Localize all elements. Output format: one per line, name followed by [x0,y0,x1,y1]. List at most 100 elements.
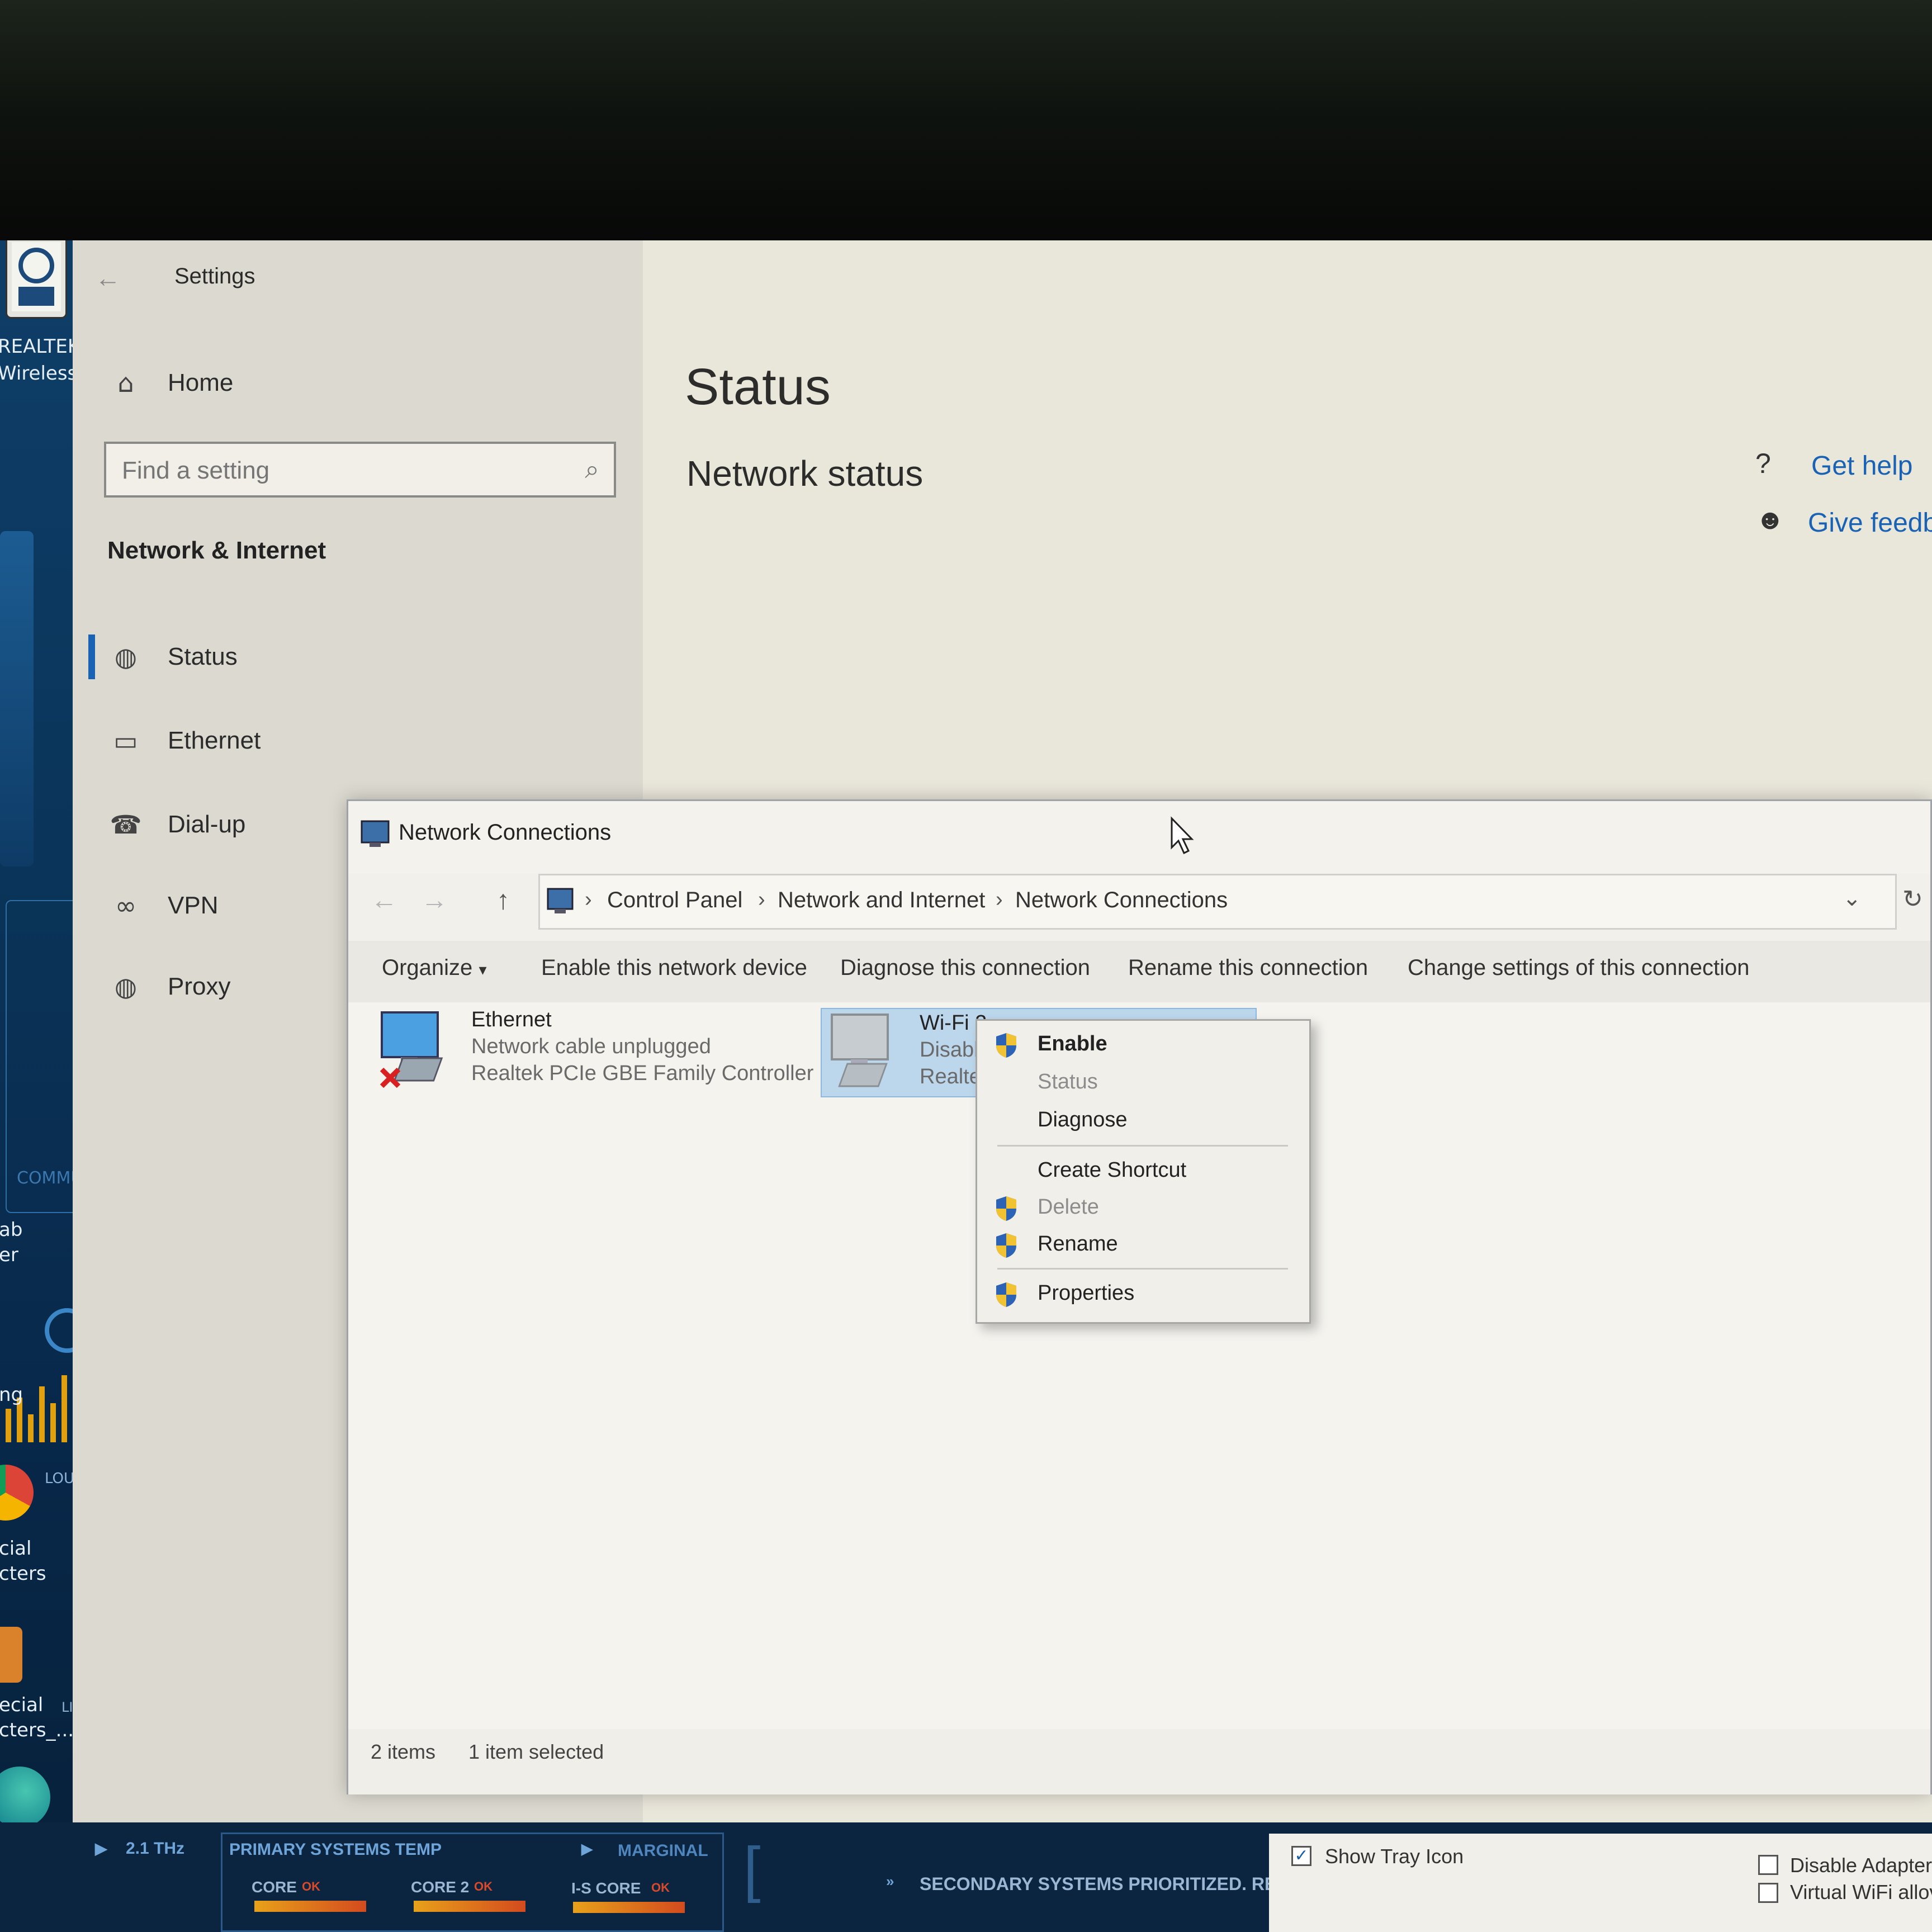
play-icon: ▶ [581,1840,593,1857]
title-bar[interactable]: Network Connections [348,801,1930,874]
breadcrumb-network-connections[interactable]: Network Connections [1015,888,1228,913]
ok-badge: OK [474,1879,493,1893]
desktop-widget [0,531,34,866]
menu-item-status[interactable]: Status [977,1064,1309,1100]
uac-shield-icon [996,1033,1016,1058]
show-tray-checkbox[interactable]: ✓ [1291,1846,1311,1866]
breadcrumb-control-panel[interactable]: Control Panel [607,888,742,913]
dialup-icon: ☎ [110,809,142,840]
menu-separator [997,1145,1288,1147]
window-title: Network Connections [399,820,612,845]
back-arrow-icon[interactable]: ← [95,263,121,293]
network-adapter-icon [380,1011,443,1088]
page-title: Status [685,358,831,415]
nav-selected-indicator [88,634,95,679]
disable-adapter-label: Disable Adapter [1790,1854,1932,1877]
section-subtitle: Network status [686,453,924,494]
desktop-icon-label: REALTEK [0,335,80,358]
chevron-down-icon[interactable]: ⌄ [1843,886,1862,911]
core-label: CORE 2 [411,1878,470,1896]
vpn-icon: ∞ [115,891,137,921]
screen: REALTEK Wireless COMMUN ab er ✕ ng LOUER… [0,240,1932,1932]
menu-item-label: Properties [1038,1281,1135,1305]
selected-count: 1 item selected [468,1740,604,1763]
breadcrumb-separator: › [585,888,592,911]
virtual-wifi-checkbox[interactable] [1758,1883,1778,1903]
core-temp-bar [414,1901,525,1912]
adapter-device: Realte [920,1065,981,1088]
adapter-ethernet[interactable]: Ethernet Network cable unplugged Realtek… [371,1002,813,1097]
play-icon: ▶ [95,1840,107,1857]
uac-shield-icon [996,1196,1016,1221]
desktop-icon-label: cial [0,1537,32,1560]
diagnose-button[interactable]: Diagnose this connection [840,955,1090,981]
get-help-link[interactable]: Get help [1811,451,1912,481]
enable-device-button[interactable]: Enable this network device [541,955,807,981]
menu-item-create-shortcut[interactable]: Create Shortcut [977,1153,1309,1188]
breadcrumb-separator: › [758,888,765,911]
breadcrumb-network-internet[interactable]: Network and Internet [778,888,985,913]
feedback-icon: ☻ [1755,504,1785,535]
nav-item-ethernet[interactable]: ▭ Ethernet [106,710,397,771]
window-title: Settings [174,264,255,288]
organize-button[interactable]: Organize ▾ [382,955,487,981]
forward-icon[interactable]: → [421,885,448,916]
desktop-icon-label: ab [0,1219,23,1241]
chrome-icon[interactable] [0,1465,34,1521]
menu-item-label: Enable [1038,1032,1107,1055]
search-input[interactable] [122,454,558,487]
ok-badge: OK [651,1881,670,1895]
tray-options-panel: ✓ Show Tray Icon Disable Adapter Virtual… [1269,1834,1932,1932]
give-feedback-link[interactable]: Give feedb [1808,508,1932,538]
menu-item-label: Delete [1038,1195,1099,1219]
mouse-cursor-icon [1171,816,1194,855]
network-adapter-disabled-icon [831,1014,889,1087]
menu-item-properties[interactable]: Properties [977,1276,1309,1311]
refresh-icon[interactable]: ↻ [1902,885,1923,913]
network-connections-icon [361,820,390,847]
menu-item-enable[interactable]: Enable [977,1026,1309,1062]
menu-item-rename[interactable]: Rename [977,1227,1309,1262]
core-label: CORE [252,1878,297,1896]
disable-adapter-checkbox[interactable] [1758,1855,1778,1875]
search-box[interactable]: ⌕ [104,442,616,498]
menu-item-label: Rename [1038,1232,1118,1256]
nav-item-label: Proxy [168,973,231,1000]
uac-shield-icon [996,1233,1016,1258]
desktop-icon-label: ecial [0,1694,44,1716]
rename-button[interactable]: Rename this connection [1128,955,1368,981]
uac-shield-icon [996,1282,1016,1307]
chevron-down-icon: ▾ [479,961,487,978]
ethernet-icon: ▭ [113,726,138,756]
edge-icon[interactable] [0,1767,50,1828]
core-temp-bar [254,1901,366,1912]
file-icon[interactable] [0,1627,22,1683]
control-panel-icon [547,888,574,913]
desktop-icon-label: cters_... [0,1719,74,1741]
desktop-icon-label: Wireless [0,362,78,385]
menu-item-label: Status [1038,1070,1098,1093]
organize-label: Organize [382,955,473,980]
desktop-icon-label: cters [0,1562,46,1585]
nav-item-label: Ethernet [168,727,261,754]
adapter-name: Ethernet [471,1008,552,1031]
realtek-logo-icon [12,242,61,311]
search-icon[interactable]: ⌕ [585,454,599,485]
realtek-app-icon[interactable] [6,240,67,319]
menu-item-label: Create Shortcut [1038,1158,1187,1182]
adapter-device: Realtek PCIe GBE Family Controller [471,1062,814,1085]
menu-item-delete[interactable]: Delete [977,1190,1309,1225]
nav-item-status[interactable]: ◍ Status [106,626,397,688]
nav-item-label: Status [168,643,238,670]
address-bar[interactable]: › Control Panel › Network and Internet ›… [538,874,1897,930]
frequency-label: 2.1 THz [126,1839,185,1858]
home-label: Home [168,369,234,396]
marginal-label: MARGINAL [618,1841,708,1860]
home-link[interactable]: ⌂ Home [106,352,397,414]
command-bar: Organize ▾ Enable this network device Di… [348,941,1930,1002]
back-icon[interactable]: ← [371,885,397,916]
menu-item-diagnose[interactable]: Diagnose [977,1102,1309,1138]
change-settings-button[interactable]: Change settings of this connection [1408,955,1750,981]
up-arrow-icon[interactable]: ↑ [496,885,510,916]
desktop-icon-label: ng [0,1384,23,1406]
